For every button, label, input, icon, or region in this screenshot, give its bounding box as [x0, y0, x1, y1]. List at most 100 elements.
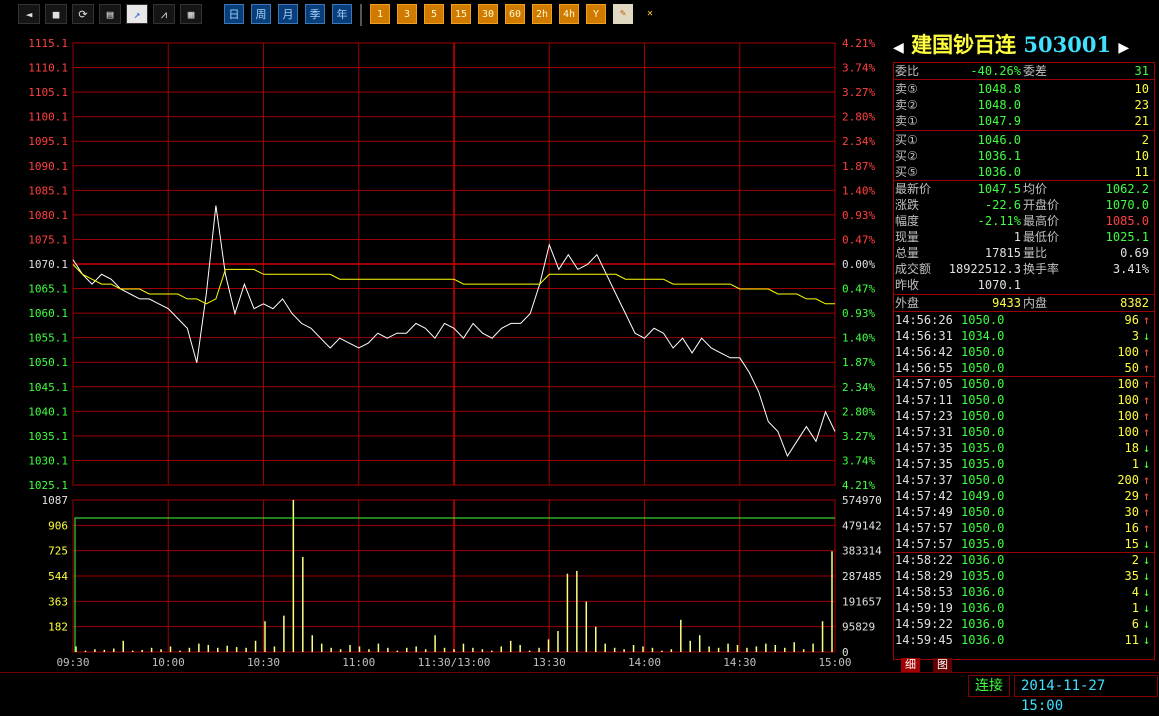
kline-icon[interactable]: ⩘	[153, 4, 175, 24]
up-arrow-icon: ↑	[1143, 505, 1151, 519]
stat-label: 换手率	[1023, 262, 1060, 276]
price-tick-label: 1045.1	[28, 381, 68, 394]
minute-period-button[interactable]: 2h	[532, 4, 552, 24]
tick-row: 14:57:57 1035.0 15 ↓	[893, 536, 1155, 552]
volume-tick-right: 0	[842, 646, 849, 659]
up-arrow-icon: ↑	[1143, 377, 1151, 391]
back-icon[interactable]: ◄	[18, 4, 40, 24]
bid-volume: 11	[1134, 165, 1149, 179]
tick-volume: 11	[1124, 633, 1139, 647]
percent-tick-label: 3.74%	[842, 454, 875, 467]
down-arrow-icon: ↓	[1143, 601, 1151, 615]
tick-row: 14:56:31 1034.0 3 ↓	[893, 328, 1155, 344]
tab-detail[interactable]: 细	[901, 658, 920, 672]
tick-price: 1034.0	[961, 329, 1005, 343]
tick-row: 14:59:22 1036.0 6 ↓	[893, 616, 1155, 632]
bid-row: 买② 1036.1 10	[893, 148, 1155, 164]
stat-row: 现量 1 最低价 1025.1	[893, 229, 1155, 245]
draw-icon[interactable]: ✎	[613, 4, 633, 24]
tick-price: 1035.0	[961, 569, 1005, 583]
tab-chart[interactable]: 图	[933, 658, 952, 672]
tick-time: 14:56:31	[895, 329, 953, 343]
stat-value: -22.6	[984, 198, 1021, 212]
percent-tick-label: 2.34%	[842, 381, 875, 394]
tick-time: 14:57:31	[895, 425, 953, 439]
toolbar-separator	[360, 4, 362, 26]
tools-icon[interactable]: ✕	[640, 4, 660, 24]
percent-tick-label: 1.40%	[842, 184, 875, 197]
minute-period-button[interactable]: 5	[424, 4, 444, 24]
down-arrow-icon: ↓	[1143, 617, 1151, 631]
period-button[interactable]: 周	[251, 4, 271, 24]
tick-time: 14:57:35	[895, 441, 953, 455]
period-button[interactable]: 日	[224, 4, 244, 24]
period-button[interactable]: 月	[278, 4, 298, 24]
stat-row: 最新价 1047.5 均价 1062.2	[893, 181, 1155, 197]
y-button[interactable]: Y	[586, 4, 606, 24]
divider	[893, 130, 1155, 131]
tick-row: 14:59:45 1036.0 11 ↓	[893, 632, 1155, 648]
period-button[interactable]: 季	[305, 4, 325, 24]
price-tick-label: 1070.1	[28, 258, 68, 271]
clipboard-icon[interactable]: ▤	[99, 4, 121, 24]
tick-price: 1035.0	[961, 457, 1005, 471]
ask-volume: 10	[1134, 82, 1149, 96]
minute-period-button[interactable]: 4h	[559, 4, 579, 24]
minute-period-button[interactable]: 15	[451, 4, 471, 24]
up-arrow-icon: ↑	[1143, 393, 1151, 407]
tick-volume: 200	[1117, 473, 1139, 487]
bid-volume: 2	[1141, 133, 1149, 147]
status-bar: 连接 2014-11-27 15:00	[0, 672, 1159, 714]
percent-tick-label: 0.47%	[842, 283, 875, 296]
up-arrow-icon: ↑	[1143, 345, 1151, 359]
tick-price: 1050.0	[961, 521, 1005, 535]
tick-volume: 100	[1117, 409, 1139, 423]
prev-security-icon[interactable]: ◀	[893, 40, 904, 56]
connection-status[interactable]: 连接	[968, 675, 1010, 697]
percent-tick-label: 3.27%	[842, 430, 875, 443]
stat-row: 成交额 18922512.3 换手率 3.41%	[893, 261, 1155, 277]
period-button[interactable]: 年	[332, 4, 352, 24]
ask-label: 卖⑤	[895, 82, 918, 96]
percent-tick-label: 1.87%	[842, 160, 875, 173]
time-tick-label: 10:30	[247, 656, 280, 669]
tick-time: 14:57:35	[895, 457, 953, 471]
price-tick-label: 1080.1	[28, 209, 68, 222]
down-arrow-icon: ↓	[1143, 569, 1151, 583]
tick-price: 1036.0	[961, 633, 1005, 647]
table-icon[interactable]: ▦	[180, 4, 202, 24]
next-security-icon[interactable]: ▶	[1118, 40, 1129, 56]
cube-icon[interactable]: ■	[45, 4, 67, 24]
up-arrow-icon: ↑	[1143, 489, 1151, 503]
tick-time: 14:58:29	[895, 569, 953, 583]
tick-volume: 96	[1124, 313, 1139, 327]
tick-row: 14:58:29 1035.0 35 ↓	[893, 568, 1155, 584]
security-code: 503001	[1023, 32, 1112, 57]
down-arrow-icon: ↓	[1143, 633, 1151, 647]
tick-time: 14:59:19	[895, 601, 953, 615]
minute-period-button[interactable]: 1	[370, 4, 390, 24]
minute-period-button[interactable]: 60	[505, 4, 525, 24]
refresh-icon[interactable]: ⟳	[72, 4, 94, 24]
tick-row: 14:57:42 1049.0 29 ↑	[893, 488, 1155, 504]
price-tick-label: 1095.1	[28, 135, 68, 148]
tick-time: 14:57:42	[895, 489, 953, 503]
tick-price: 1036.0	[961, 585, 1005, 599]
tick-row: 14:56:26 1050.0 96 ↑	[893, 312, 1155, 328]
minute-period-button[interactable]: 3	[397, 4, 417, 24]
percent-tick-label: 1.87%	[842, 356, 875, 369]
down-arrow-icon: ↓	[1143, 457, 1151, 471]
tick-volume: 100	[1117, 377, 1139, 391]
percent-tick-label: 0.47%	[842, 233, 875, 246]
price-tick-label: 1115.1	[28, 37, 68, 50]
time-tick-label: 14:30	[723, 656, 756, 669]
up-arrow-icon: ↑	[1143, 313, 1151, 327]
ask-volume: 23	[1134, 98, 1149, 112]
trend-chart-icon[interactable]: ↗	[126, 4, 148, 24]
tick-price: 1036.0	[961, 601, 1005, 615]
minute-period-button[interactable]: 30	[478, 4, 498, 24]
bid-price: 1036.1	[977, 149, 1021, 163]
volume-tick-right: 191657	[842, 595, 882, 608]
volume-tick-left: 363	[48, 595, 68, 608]
percent-tick-label: 2.34%	[842, 135, 875, 148]
